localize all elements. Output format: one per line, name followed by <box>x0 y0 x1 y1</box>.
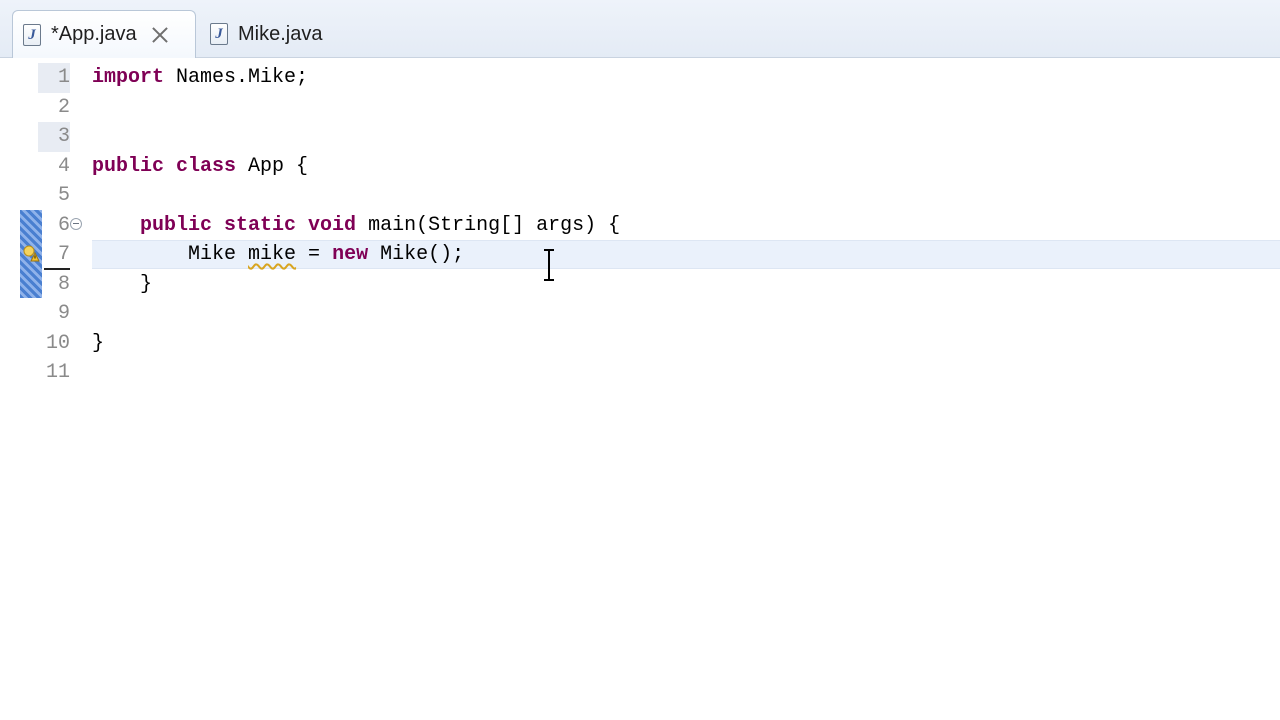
tab-label: Mike.java <box>238 22 323 45</box>
code-text: Names.Mike; <box>164 66 309 89</box>
line-number: 5 <box>57 184 70 207</box>
code-text: } <box>92 331 105 355</box>
code-text: Mike <box>188 243 249 266</box>
line-number: 8 <box>57 272 70 296</box>
code-line[interactable]: public static void main(String[] args) { <box>92 211 620 241</box>
code-line[interactable]: import Names.Mike; <box>92 63 308 93</box>
code-keyword: new <box>332 243 369 266</box>
close-icon[interactable] <box>149 24 171 46</box>
code-line[interactable]: } <box>92 329 104 359</box>
tab-label: *App.java <box>51 23 137 45</box>
line-number: 2 <box>57 95 70 119</box>
java-file-icon: J <box>23 23 41 46</box>
code-keyword: import <box>92 66 165 89</box>
editor-tab-bar: J *App.java J Mike.java <box>0 0 1280 58</box>
code-line[interactable]: Mike mike = new Mike(); <box>92 240 464 270</box>
line-number: 11 <box>45 361 70 384</box>
line-number: 9 <box>57 302 70 325</box>
code-line[interactable]: } <box>92 270 152 300</box>
editor-window: J *App.java J Mike.java 1 2 3 4 5 6 7 8 9 10 11 im… <box>0 0 1280 720</box>
code-keyword: public static void <box>140 213 357 237</box>
line-number: 1 <box>38 63 70 93</box>
code-text: App { <box>236 154 309 178</box>
code-editor[interactable]: import Names.Mike; public class App { pub… <box>92 63 1280 720</box>
line-number: 6 <box>57 213 70 237</box>
tab-app-java[interactable]: J *App.java <box>12 10 196 58</box>
line-number: 3 <box>38 122 70 152</box>
code-line[interactable]: public class App { <box>92 152 308 182</box>
code-text: main(String[] args) { <box>356 213 621 237</box>
line-number: 4 <box>57 154 70 178</box>
line-number: 7 <box>57 243 70 266</box>
ibeam-cursor-icon <box>544 249 554 281</box>
code-text: } <box>140 272 153 296</box>
code-keyword: public class <box>92 154 237 178</box>
code-text: = <box>296 243 333 266</box>
tab-mike-java[interactable]: J Mike.java <box>200 10 360 58</box>
code-text: Mike(); <box>368 243 465 266</box>
java-file-icon: J <box>210 23 228 45</box>
line-number: 10 <box>45 331 70 355</box>
minus-circle-icon[interactable] <box>70 218 82 230</box>
code-warning-token: mike <box>248 243 297 266</box>
